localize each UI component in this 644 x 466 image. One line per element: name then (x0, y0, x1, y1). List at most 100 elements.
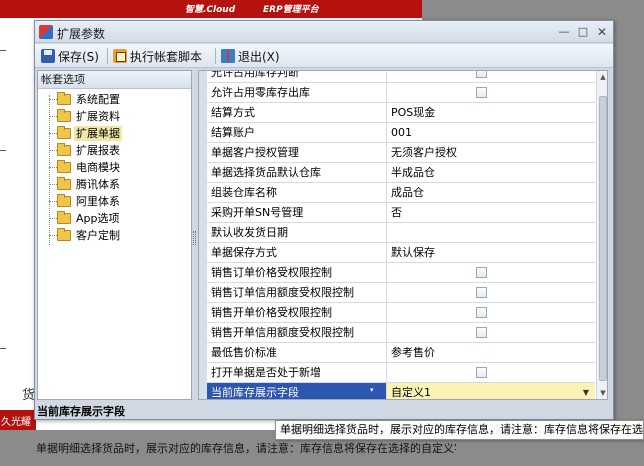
property-row-selected[interactable]: 当前库存展示字段 ▾ 自定义1 ▼ (199, 383, 595, 399)
property-value[interactable] (387, 71, 595, 83)
property-row[interactable]: 结算账户 001 (199, 123, 595, 143)
property-value[interactable] (387, 83, 595, 103)
background-red-label: 久光耀 (1, 417, 31, 428)
property-row[interactable]: 销售订单信用额度受权限控制 (199, 283, 595, 303)
property-name: 单据客户授权管理 (207, 143, 387, 163)
property-value[interactable] (387, 263, 595, 283)
property-row[interactable]: 结算方式 POS现金 (199, 103, 595, 123)
toolbar-separator (215, 48, 216, 64)
tree-item-ext-reports[interactable]: 扩展报表 (38, 142, 191, 159)
property-value[interactable] (387, 303, 595, 323)
scroll-up-icon[interactable]: ▲ (597, 71, 607, 83)
property-value[interactable]: 半成品仓 (387, 163, 595, 183)
toolbar: 保存(S) 执行帐套脚本 退出(X) (35, 44, 613, 68)
property-row[interactable]: 单据保存方式 默认保存 (199, 243, 595, 263)
maximize-button[interactable]: □ (574, 24, 592, 40)
tree-item-system-config[interactable]: 系统配置 (38, 91, 191, 108)
property-value[interactable]: 001 (387, 123, 595, 143)
property-row[interactable]: 组装仓库名称 成品仓 (199, 183, 595, 203)
tree-item-custom[interactable]: 客户定制 (38, 227, 191, 244)
tree-item-app-options[interactable]: App选项 (38, 210, 191, 227)
scrollbar-thumb[interactable] (599, 96, 607, 381)
property-name: 采购开单SN号管理 (207, 203, 387, 223)
tree-item-ext-docs[interactable]: 扩展单据 (38, 125, 191, 142)
folder-icon (57, 211, 71, 224)
save-button[interactable]: 保存(S) (41, 47, 99, 65)
property-row[interactable]: 销售订单价格受权限控制 (199, 263, 595, 283)
property-row[interactable]: 单据选择货品默认仓库 半成品仓 (199, 163, 595, 183)
property-value[interactable] (387, 363, 595, 383)
app-icon (39, 25, 53, 39)
property-checkbox[interactable] (476, 87, 487, 98)
tree-item-ecommerce[interactable]: 电商模块 (38, 159, 191, 176)
property-row[interactable]: 允许占用库存判断 (199, 71, 595, 83)
property-value[interactable]: 参考售价 (387, 343, 595, 363)
property-name: 组装仓库名称 (207, 183, 387, 203)
brand-right: ERP管理平台 (263, 5, 319, 15)
property-name: 当前库存展示字段 (207, 383, 387, 399)
tree-item-label: 客户定制 (76, 229, 120, 242)
row-marker-icon: ▾ (370, 386, 374, 394)
panel-splitter[interactable] (193, 231, 196, 245)
property-checkbox[interactable] (476, 307, 487, 318)
property-checkbox[interactable] (476, 367, 487, 378)
tree-item-alibaba[interactable]: 阿里体系 (38, 193, 191, 210)
property-value[interactable]: 默认保存 (387, 243, 595, 263)
property-name: 销售开单价格受权限控制 (207, 303, 387, 323)
tree-item-ext-data[interactable]: 扩展资料 (38, 108, 191, 125)
chevron-down-icon[interactable]: ▼ (580, 386, 592, 399)
run-script-button[interactable]: 执行帐套脚本 (113, 47, 202, 65)
property-checkbox[interactable] (476, 287, 487, 298)
property-value[interactable]: POS现金 (387, 103, 595, 123)
close-button[interactable]: ✕ (593, 24, 611, 40)
property-checkbox[interactable] (476, 71, 487, 78)
tree-item-label: 阿里体系 (76, 195, 120, 208)
property-row[interactable]: 默认收发货日期 (199, 223, 595, 243)
tree-item-label: 扩展报表 (76, 144, 120, 157)
minimize-button[interactable]: — (555, 24, 573, 40)
property-value[interactable]: 否 (387, 203, 595, 223)
folder-icon (57, 160, 71, 173)
toolbar-separator (107, 48, 108, 64)
run-script-button-label: 执行帐套脚本 (130, 49, 203, 64)
folder-icon (57, 228, 71, 241)
description-text: 单据明细选择货品时，展示对应的库存信息，请注意：库存信息将保存在选择的自定义字段… (36, 442, 456, 455)
tree-header: 帐套选项 (38, 71, 191, 89)
extension-params-dialog: 扩展参数 — □ ✕ 保存(S) 执行帐套脚本 退出(X) 帐套选项 系统配置 (34, 20, 614, 420)
description-title: 当前库存展示字段 (37, 405, 125, 418)
property-value[interactable]: 成品仓 (387, 183, 595, 203)
property-name: 销售订单信用额度受权限控制 (207, 283, 387, 303)
property-value-select[interactable]: 自定义1 ▼ (387, 383, 595, 399)
folder-icon (57, 143, 71, 156)
property-value[interactable] (387, 223, 595, 243)
folder-icon (57, 177, 71, 190)
property-row[interactable]: 打开单据是否处于新增 (199, 363, 595, 383)
tree-item-tencent[interactable]: 腾讯体系 (38, 176, 191, 193)
vertical-scrollbar[interactable]: ▲ ▼ (596, 71, 607, 399)
property-row[interactable]: 采购开单SN号管理 否 (199, 203, 595, 223)
property-row[interactable]: 最低售价标准 参考售价 (199, 343, 595, 363)
property-name: 单据保存方式 (207, 243, 387, 263)
property-name: 结算账户 (207, 123, 387, 143)
property-checkbox[interactable] (476, 327, 487, 338)
brand-left: 智慧.Cloud (185, 5, 236, 15)
property-value[interactable] (387, 283, 595, 303)
dialog-titlebar[interactable]: 扩展参数 — □ ✕ (35, 21, 613, 43)
property-name: 最低售价标准 (207, 343, 387, 363)
exit-button[interactable]: 退出(X) (221, 47, 280, 65)
background-divider (0, 150, 6, 151)
folder-icon (57, 194, 71, 207)
property-value[interactable]: 无须客户授权 (387, 143, 595, 163)
property-grid: 允许占用库存判断 允许占用零库存出库 结算方式 POS现金 结算账户 001 单… (198, 70, 608, 400)
property-checkbox[interactable] (476, 267, 487, 278)
property-name: 允许占用库存判断 (207, 71, 387, 83)
property-name: 单据选择货品默认仓库 (207, 163, 387, 183)
scroll-down-icon[interactable]: ▼ (597, 387, 607, 399)
property-row[interactable]: 单据客户授权管理 无须客户授权 (199, 143, 595, 163)
property-value[interactable] (387, 323, 595, 343)
property-row[interactable]: 销售开单价格受权限控制 (199, 303, 595, 323)
exit-button-label: 退出(X) (238, 49, 280, 64)
property-row[interactable]: 允许占用零库存出库 (199, 83, 595, 103)
property-name: 销售订单价格受权限控制 (207, 263, 387, 283)
property-row[interactable]: 销售开单信用额度受权限控制 (199, 323, 595, 343)
